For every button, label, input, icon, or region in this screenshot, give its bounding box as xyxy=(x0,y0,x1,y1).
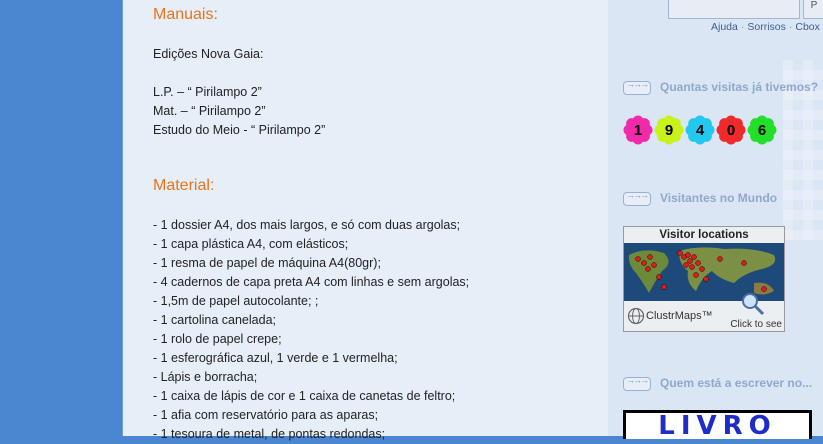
post-body: Manuais: Edições Nova Gaia: L.P. – “ Pir… xyxy=(122,0,609,441)
text-line: Estudo do Meio - “ Pirilampo 2” xyxy=(153,123,326,137)
list-item: - 1 tesoura de metal, de pontas redondas… xyxy=(153,427,386,441)
counter-digit: 4 xyxy=(685,115,715,145)
counter-digit: 0 xyxy=(716,115,746,145)
livro-banner[interactable]: LIVRO xyxy=(623,410,812,439)
map-footer: ClustrMaps™ Click to see xyxy=(624,293,784,331)
left-margin xyxy=(0,0,122,436)
magnifier-icon xyxy=(742,293,765,316)
cbox-links: Ajuda · Sorrisos · Cbox xyxy=(711,21,820,33)
arrow-bullet-icon xyxy=(623,375,651,391)
arrow-bullet-icon xyxy=(623,79,651,95)
list-item: - 1,5m de papel autocolante; ; xyxy=(153,294,319,308)
list-item: - 1 rolo de papel crepe; xyxy=(153,332,282,346)
counter-digit: 9 xyxy=(654,115,684,145)
cbox-smileys-link[interactable]: Sorrisos xyxy=(747,21,786,33)
list-item: - Lápis e borracha; xyxy=(153,370,258,384)
material-list: - 1 dossier A4, dos mais largos, e só co… xyxy=(153,216,469,444)
map-brand: ClustrMaps™ xyxy=(646,310,713,322)
arrow-bullet-icon xyxy=(623,190,651,206)
visit-counter[interactable]: 1 9 4 0 6 xyxy=(623,115,777,145)
list-item: - 1 capa plástica A4, com elásticos; xyxy=(153,237,349,251)
cbox-message-field[interactable] xyxy=(668,0,800,19)
text-line: L.P. – “ Pirilampo 2” xyxy=(153,85,262,99)
manuais-heading: Manuais: xyxy=(153,6,218,23)
writers-widget-title: Quem está a escrever no... xyxy=(623,375,813,391)
list-item: - 1 dossier A4, dos mais largos, e só co… xyxy=(153,218,461,232)
cbox-help-link[interactable]: Ajuda xyxy=(711,21,738,33)
list-item: - 1 esferográfica azul, 1 verde e 1 verm… xyxy=(153,351,398,365)
text-line: Mat. – “ Pirilampo 2” xyxy=(153,104,266,118)
manuais-list: Edições Nova Gaia: L.P. – “ Pirilampo 2”… xyxy=(153,45,325,140)
list-item: - 1 caixa de lápis de cor e 1 caixa de c… xyxy=(153,389,456,403)
list-item: - 4 cadernos de capa preta A4 com linhas… xyxy=(153,275,470,289)
visits-widget-title: Quantas visitas já tivemos? xyxy=(623,79,819,95)
sidebar: P Ajuda·Sorrisos·Cbox Quantas visitas já… xyxy=(608,0,823,439)
cbox-post-button[interactable]: P xyxy=(803,0,823,19)
world-widget-title: Visitantes no Mundo xyxy=(623,190,778,206)
world-title-text: Visitantes no Mundo xyxy=(660,191,778,205)
map-click-label[interactable]: Click to see xyxy=(730,319,782,330)
counter-digit: 1 xyxy=(623,115,653,145)
text-line: Edições Nova Gaia: xyxy=(153,47,264,61)
writers-title-text: Quem está a escrever no... xyxy=(660,376,813,390)
visits-title-text: Quantas visitas já tivemos? xyxy=(660,80,819,94)
list-item: - 1 cartolina canelada; xyxy=(153,313,276,327)
livro-text: LIVRO xyxy=(658,411,777,439)
list-item: - 1 afia com reservatório para as aparas… xyxy=(153,408,379,422)
cbox-link[interactable]: Cbox xyxy=(795,21,820,33)
counter-digit: 6 xyxy=(747,115,777,145)
list-item: - 1 resma de papel de máquina A4(80gr); xyxy=(153,256,381,270)
material-heading: Material: xyxy=(153,177,215,194)
clustrmaps-widget[interactable]: Visitor locations ClustrMaps™ Click to s… xyxy=(623,226,785,332)
text-line xyxy=(153,64,325,83)
globe-icon xyxy=(627,307,645,325)
map-title: Visitor locations xyxy=(624,227,784,243)
